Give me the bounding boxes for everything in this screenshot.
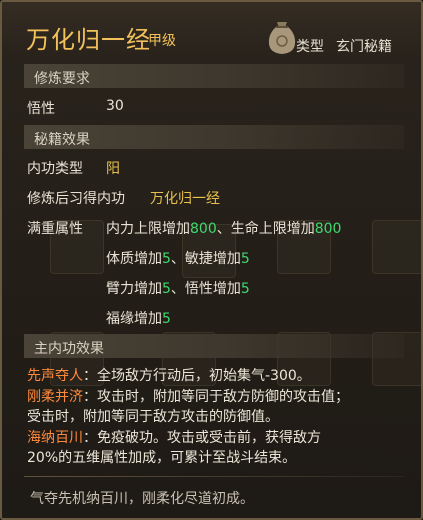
attribute-value: 5	[162, 311, 171, 327]
attribute-value: 5	[240, 281, 250, 297]
attribute-value: 800	[190, 221, 217, 237]
attribute-text: 悟性增加	[184, 281, 241, 297]
internal-type-value: 阳	[106, 161, 120, 177]
effect-description: ：免疫破功。攻击或受击前，获得敌方	[83, 430, 321, 446]
section-effects: 秘籍效果	[24, 125, 404, 149]
stat-label: 悟性	[27, 101, 55, 117]
effect-entry: 先声夺人：全场敌方行动后，初始集气-300。	[27, 366, 397, 386]
attribute-line: 福缘增加5	[106, 308, 171, 328]
flavor-text: 气夺先机纳百川，刚柔化尽道初成。	[30, 491, 254, 507]
background-slot	[372, 220, 421, 274]
item-grade: 甲级	[148, 33, 176, 49]
section-title: 主内功效果	[34, 341, 104, 357]
attribute-text: 体质增加	[106, 251, 162, 267]
type-value: 玄门秘籍	[336, 39, 392, 55]
type-label: 类型	[296, 39, 324, 55]
internal-type-label: 内功类型	[27, 161, 83, 177]
attribute-line: 臂力增加5、悟性增加5	[106, 278, 250, 298]
effect-name: 先声夺人	[27, 368, 83, 384]
bag-icon	[268, 22, 296, 54]
effect-name: 刚柔并济	[27, 389, 83, 405]
attribute-value: 5	[162, 251, 171, 267]
attribute-line: 内力上限增加800、生命上限增加800	[106, 218, 341, 238]
effect-description-continued: 20%的五维属性加成，可累计至战斗结束。	[27, 450, 297, 466]
stat-value: 30	[106, 98, 124, 114]
item-title: 万化归一经	[26, 26, 151, 54]
effect-entry: 海纳百川：免疫破功。攻击或受击前，获得敌方	[27, 428, 397, 448]
attribute-text: 敏捷增加	[184, 251, 241, 267]
attribute-value: 5	[162, 281, 171, 297]
section-title: 秘籍效果	[34, 132, 90, 148]
attribute-value: 800	[314, 221, 342, 237]
attribute-text: 臂力增加	[106, 281, 162, 297]
attribute-text: 福缘增加	[106, 311, 162, 327]
section-requirements: 修炼要求	[24, 64, 404, 88]
attribute-text: 内力上限增加	[106, 221, 190, 237]
effect-description-continued: 受击时，附加等同于敌方攻击的防御值。	[27, 409, 279, 425]
divider	[24, 476, 404, 477]
max-attributes-label: 满重属性	[27, 221, 83, 237]
item-tooltip-panel: 万化归一经 甲级 类型 玄门秘籍 修炼要求 悟性 30 秘籍效果 内功类型 阳 …	[0, 0, 423, 520]
effect-name: 海纳百川	[27, 430, 83, 446]
attribute-separator: 、	[170, 251, 185, 267]
learned-skill-label: 修炼后习得内功	[27, 191, 125, 207]
attribute-separator: 、	[170, 281, 185, 297]
section-main-effects: 主内功效果	[24, 334, 404, 358]
effect-description: ：全场敌方行动后，初始集气-300。	[83, 368, 311, 384]
attribute-value: 5	[240, 251, 250, 267]
learned-skill-value: 万化归一经	[150, 191, 220, 207]
effect-description: ：攻击时，附加等同于敌方防御的攻击值；	[83, 389, 349, 405]
attribute-text: 生命上限增加	[230, 221, 315, 237]
attribute-line: 体质增加5、敏捷增加5	[106, 248, 250, 268]
effect-entry: 刚柔并济：攻击时，附加等同于敌方防御的攻击值；	[27, 387, 397, 407]
attribute-separator: 、	[216, 221, 231, 237]
section-title: 修炼要求	[34, 71, 90, 87]
